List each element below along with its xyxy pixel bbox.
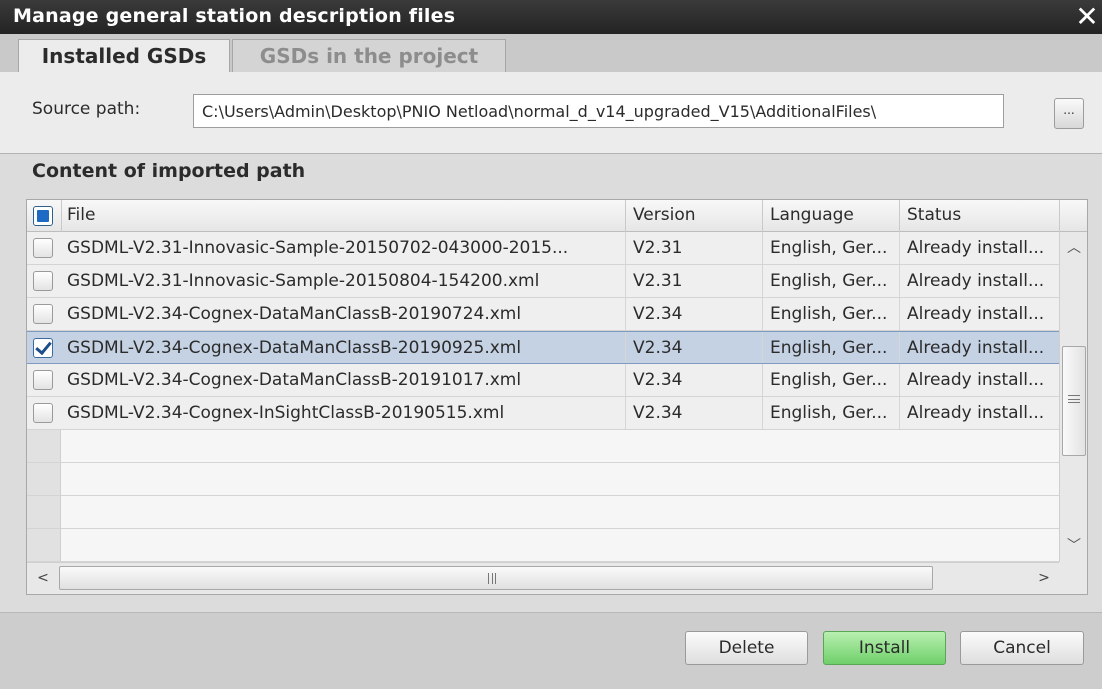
browse-button[interactable]: ... <box>1054 98 1084 129</box>
language-cell: English, Ger... <box>770 403 888 423</box>
version-cell: V2.34 <box>633 403 683 423</box>
language-cell: English, Ger... <box>770 370 888 390</box>
version-cell: V2.34 <box>633 304 683 324</box>
column-divider <box>625 265 626 297</box>
column-header-language[interactable]: Language <box>770 205 854 225</box>
vertical-scroll-thumb[interactable] <box>1062 346 1086 456</box>
row-checkbox[interactable] <box>33 304 53 324</box>
column-divider <box>625 332 626 363</box>
column-divider <box>61 200 62 232</box>
language-cell: English, Ger... <box>770 238 888 258</box>
row-gutter <box>27 430 61 462</box>
column-divider <box>625 397 626 429</box>
table-header: File Version Language Status <box>27 200 1087 232</box>
column-divider <box>762 200 763 232</box>
row-gutter <box>27 463 61 495</box>
table-row[interactable]: GSDML-V2.34-Cognex-DataManClassB-2019072… <box>27 298 1059 331</box>
status-cell: Already install... <box>907 304 1045 324</box>
file-name-cell: GSDML-V2.34-Cognex-DataManClassB-2019101… <box>67 370 522 390</box>
column-divider <box>899 200 900 232</box>
version-cell: V2.31 <box>633 238 683 258</box>
column-header-file[interactable]: File <box>67 205 95 225</box>
close-icon[interactable]: ✕ <box>1072 0 1102 34</box>
version-cell: V2.31 <box>633 271 683 291</box>
column-divider <box>762 364 763 396</box>
chevron-down-icon[interactable]: ﹀ <box>1062 534 1086 558</box>
language-cell: English, Ger... <box>770 338 888 358</box>
table-row[interactable]: GSDML-V2.34-Cognex-InSightClassB-2019051… <box>27 397 1059 430</box>
tab-gsds-in-project[interactable]: GSDs in the project <box>232 39 506 72</box>
scrollbar-corner <box>1059 562 1087 594</box>
column-divider <box>1059 200 1060 232</box>
column-divider <box>625 200 626 232</box>
table-row[interactable]: GSDML-V2.34-Cognex-DataManClassB-2019092… <box>27 331 1059 364</box>
file-name-cell: GSDML-V2.31-Innovasic-Sample-20150804-15… <box>67 271 540 291</box>
table-row[interactable]: GSDML-V2.34-Cognex-DataManClassB-2019101… <box>27 364 1059 397</box>
file-name-cell: GSDML-V2.34-Cognex-DataManClassB-2019092… <box>67 338 522 358</box>
file-name-cell: GSDML-V2.34-Cognex-InSightClassB-2019051… <box>67 403 505 423</box>
source-path-input[interactable] <box>193 94 1004 128</box>
version-cell: V2.34 <box>633 370 683 390</box>
column-divider <box>762 298 763 330</box>
version-cell: V2.34 <box>633 338 683 358</box>
empty-row <box>27 496 1059 529</box>
gsd-files-table: File Version Language Status GSDML-V2.31… <box>26 199 1088 595</box>
column-divider <box>625 298 626 330</box>
tab-strip: Installed GSDs GSDs in the project <box>0 34 1102 72</box>
vertical-scrollbar[interactable]: ︿ ﹀ <box>1059 232 1087 562</box>
grip-icon <box>488 573 496 584</box>
source-path-label: Source path: <box>32 99 141 119</box>
status-cell: Already install... <box>907 338 1045 358</box>
title-bar: Manage general station description files… <box>0 0 1102 34</box>
horizontal-scrollbar[interactable]: < > <box>27 562 1059 594</box>
chevron-up-icon[interactable]: ︿ <box>1062 236 1086 260</box>
status-cell: Already install... <box>907 271 1045 291</box>
select-all-checkbox[interactable] <box>33 206 53 226</box>
column-divider <box>762 397 763 429</box>
horizontal-scroll-thumb[interactable] <box>59 566 933 590</box>
status-cell: Already install... <box>907 403 1045 423</box>
source-path-panel: Source path: ... <box>0 72 1102 154</box>
language-cell: English, Ger... <box>770 304 888 324</box>
row-checkbox[interactable] <box>33 370 53 390</box>
column-divider <box>625 232 626 264</box>
column-header-status[interactable]: Status <box>907 205 961 225</box>
empty-row <box>27 430 1059 463</box>
empty-row <box>27 463 1059 496</box>
column-divider <box>625 364 626 396</box>
column-divider <box>762 265 763 297</box>
section-heading: Content of imported path <box>32 160 306 182</box>
row-gutter <box>27 496 61 528</box>
row-checkbox-checked[interactable] <box>33 338 53 358</box>
cancel-button[interactable]: Cancel <box>960 631 1084 665</box>
column-divider <box>762 232 763 264</box>
empty-row <box>27 529 1059 562</box>
row-checkbox[interactable] <box>33 271 53 291</box>
install-button[interactable]: Install <box>823 631 946 665</box>
table-body: GSDML-V2.31-Innovasic-Sample-20150702-04… <box>27 232 1059 562</box>
table-row[interactable]: GSDML-V2.31-Innovasic-Sample-20150804-15… <box>27 265 1059 298</box>
language-cell: English, Ger... <box>770 271 888 291</box>
column-header-version[interactable]: Version <box>633 205 696 225</box>
dialog-footer: Delete Install Cancel <box>0 612 1102 689</box>
tab-installed-gsds[interactable]: Installed GSDs <box>18 39 230 72</box>
row-checkbox[interactable] <box>33 238 53 258</box>
column-divider <box>762 332 763 363</box>
row-checkbox[interactable] <box>33 403 53 423</box>
chevron-left-icon[interactable]: < <box>31 566 55 590</box>
dialog-title: Manage general station description files <box>13 5 456 27</box>
status-cell: Already install... <box>907 238 1045 258</box>
grip-icon <box>1068 395 1080 403</box>
delete-button[interactable]: Delete <box>685 631 808 665</box>
file-name-cell: GSDML-V2.34-Cognex-DataManClassB-2019072… <box>67 304 522 324</box>
status-cell: Already install... <box>907 370 1045 390</box>
row-gutter <box>27 529 61 561</box>
chevron-right-icon[interactable]: > <box>1031 566 1057 590</box>
ellipsis-icon: ... <box>1063 103 1075 117</box>
gsd-manager-dialog: Manage general station description files… <box>0 0 1102 689</box>
file-name-cell: GSDML-V2.31-Innovasic-Sample-20150702-04… <box>67 238 569 258</box>
table-row[interactable]: GSDML-V2.31-Innovasic-Sample-20150702-04… <box>27 232 1059 265</box>
